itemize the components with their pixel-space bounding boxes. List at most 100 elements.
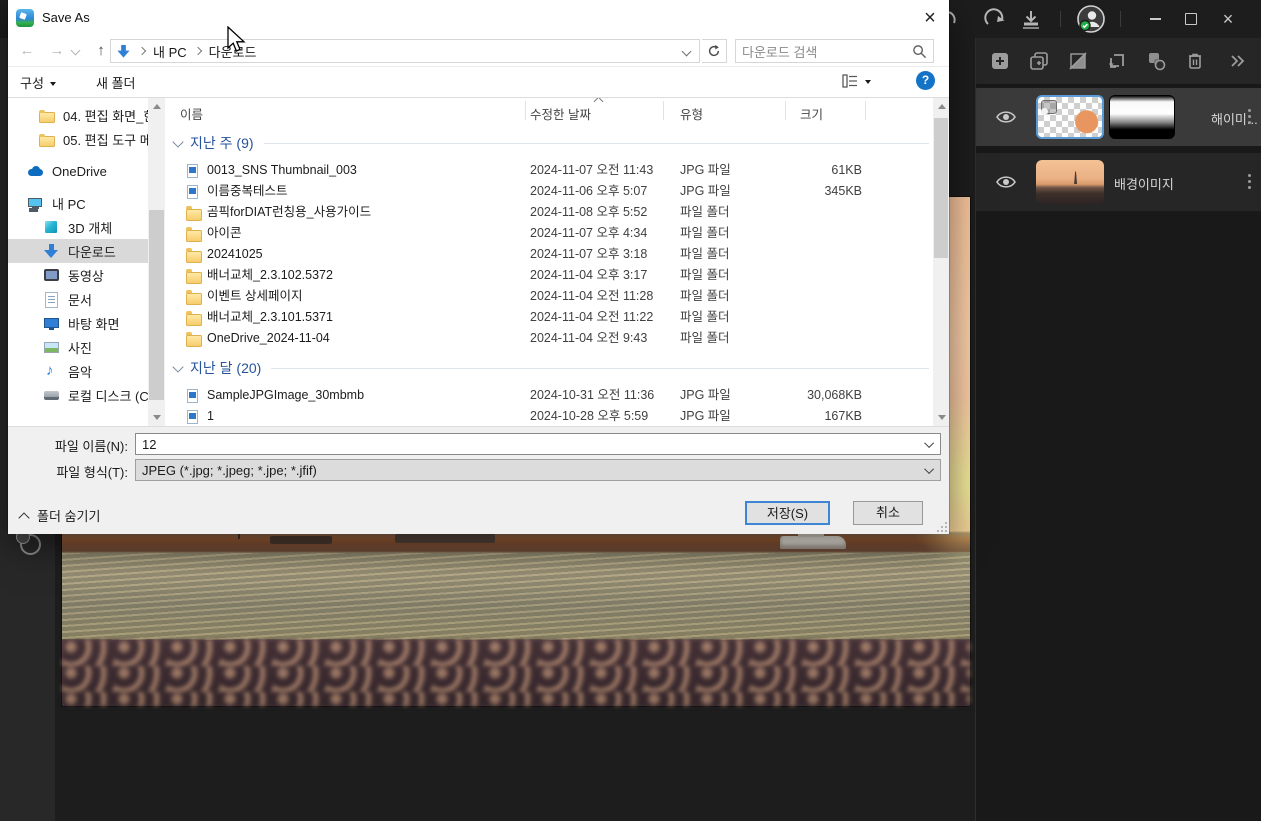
save-button[interactable]: 저장(S) (745, 501, 830, 525)
scroll-up-icon[interactable] (933, 98, 950, 115)
duplicate-layer-icon[interactable] (1028, 50, 1050, 72)
file-row[interactable]: 곰픽forDIAT런칭용_사용가이드 2024-11-08 오후 5:52 파일 폴… (170, 202, 933, 223)
group-header[interactable]: 지난 주 (9) (170, 132, 933, 154)
transform-frame-icon[interactable] (1106, 50, 1128, 72)
resize-grip[interactable] (937, 522, 947, 532)
sidebar-item-folder[interactable]: 04. 편집 화면_한 (8, 103, 148, 127)
scrollbar-thumb[interactable] (934, 118, 948, 258)
file-type: JPG 파일 (680, 388, 731, 402)
sidebar-item-music[interactable]: 음악 (8, 359, 148, 383)
column-name[interactable]: 이름 (180, 104, 203, 123)
cancel-button[interactable]: 취소 (853, 501, 923, 525)
refresh-button[interactable] (702, 39, 727, 63)
sidebar-item-picture[interactable]: 사진 (8, 335, 148, 359)
sidebar-item-desktop[interactable]: 바탕 화면 (8, 311, 148, 335)
file-row[interactable]: 배너교체_2.3.102.5372 2024-11-04 오후 3:17 파일 폴더 (170, 265, 933, 286)
layer-menu-icon[interactable] (1248, 174, 1252, 190)
hide-folders-button[interactable]: 폴더 숨기기 (18, 506, 100, 525)
eye-icon[interactable] (995, 107, 1017, 127)
search-box[interactable]: 다운로드 검색 (735, 39, 934, 63)
export-download-icon[interactable] (1018, 7, 1044, 33)
chevron-down-icon[interactable] (924, 437, 935, 448)
address-bar[interactable]: 내 PC 다운로드 (110, 39, 700, 63)
file-row[interactable]: 아이콘 2024-11-07 오후 4:34 파일 폴더 (170, 223, 933, 244)
layers-toolbar (976, 38, 1261, 85)
back-icon[interactable]: ← (16, 40, 38, 62)
file-row[interactable]: OneDrive_2024-11-04 2024-11-04 오전 9:43 파일 … (170, 328, 933, 349)
chevron-down-icon[interactable] (924, 463, 935, 474)
sidebar-item-pc[interactable]: 내 PC (8, 191, 148, 215)
merge-shapes-icon[interactable] (1145, 50, 1167, 72)
maximize-button[interactable] (1173, 0, 1209, 38)
file-row[interactable]: 이름중복테스트 2024-11-06 오후 5:07 JPG 파일 345KB (170, 181, 933, 202)
organize-button[interactable]: 구성 (20, 73, 56, 92)
scroll-down-icon[interactable] (933, 409, 950, 426)
user-avatar[interactable] (1076, 4, 1106, 34)
layer-mask-thumbnail[interactable] (1109, 95, 1175, 139)
file-name-input[interactable]: 12 (135, 433, 941, 455)
blend-mode-icon[interactable] (1067, 50, 1089, 72)
delete-layer-icon[interactable] (1184, 50, 1206, 72)
column-date[interactable]: 수정한 날짜 (530, 104, 591, 123)
scroll-down-icon[interactable] (148, 409, 165, 426)
layer-thumbnail[interactable] (1036, 160, 1104, 204)
file-row[interactable]: 20241025 2024-11-07 오후 3:18 파일 폴더 (170, 244, 933, 265)
file-row[interactable]: 1 2024-10-28 오후 5:59 JPG 파일 167KB (170, 406, 933, 426)
layer-thumbnail[interactable] (1036, 95, 1104, 139)
column-size[interactable]: 크기 (800, 104, 823, 123)
forward-icon[interactable]: → (46, 40, 68, 62)
close-window-button[interactable]: × (1210, 0, 1246, 38)
folder-icon (186, 247, 202, 263)
up-icon[interactable]: ↑ (90, 40, 112, 62)
eye-icon[interactable] (995, 172, 1017, 192)
folder-icon (186, 310, 202, 326)
sidebar-item-video[interactable]: 동영상 (8, 263, 148, 287)
column-type[interactable]: 유형 (680, 104, 703, 123)
sidebar-item-cube[interactable]: 3D 개체 (8, 215, 148, 239)
file-row[interactable]: 0013_SNS Thumbnail_003 2024-11-07 오전 11:4… (170, 160, 933, 181)
file-name: SampleJPGImage_30mbmb (186, 385, 364, 406)
layer-row-sun[interactable]: 해이미... (976, 88, 1261, 146)
file-name: 0013_SNS Thumbnail_003 (186, 160, 357, 181)
layer-menu-icon[interactable] (1248, 109, 1252, 125)
sidebar-item-disk[interactable]: 로컬 디스크 (C:) (8, 383, 148, 407)
file-row[interactable]: 배너교체_2.3.101.5371 2024-11-04 오전 11:22 파일 폴… (170, 307, 933, 328)
chevron-down-icon[interactable] (681, 46, 692, 56)
chevron-up-icon (18, 511, 30, 524)
more-tools-icon[interactable] (1225, 50, 1247, 72)
breadcrumb-item[interactable]: 내 PC (153, 42, 187, 61)
new-folder-button[interactable]: 새 폴더 (96, 73, 136, 92)
breadcrumb-item[interactable]: 다운로드 (209, 42, 257, 61)
group-label: 지난 달 (20) (190, 360, 262, 376)
sidebar-item-download[interactable]: 다운로드 (8, 239, 148, 263)
help-button[interactable] (916, 71, 935, 90)
sidebar-scrollbar[interactable] (148, 98, 165, 426)
sidebar-item-label: 05. 편집 도구 메 (63, 132, 148, 148)
file-name-label: 파일 이름(N): (54, 439, 128, 454)
view-options-button[interactable] (841, 73, 871, 89)
layer-row-background[interactable]: 배경이미지 (976, 153, 1261, 211)
close-icon[interactable] (915, 3, 945, 33)
add-layer-icon[interactable] (989, 50, 1011, 72)
sidebar-item-label: 내 PC (52, 196, 86, 212)
dialog-navbar: ← → ↑ 내 PC 다운로드 다운로드 검색 (8, 36, 949, 67)
dialog-titlebar[interactable]: Save As (8, 0, 949, 36)
sidebar-item-folder[interactable]: 05. 편집 도구 메 (8, 127, 148, 151)
search-icon[interactable] (912, 44, 927, 59)
scroll-up-icon[interactable] (148, 98, 165, 115)
file-type-select[interactable]: JPEG (*.jpg; *.jpeg; *.jpe; *.jfif) (135, 459, 941, 481)
file-date: 2024-11-07 오전 11:43 (530, 163, 654, 177)
video-icon (44, 267, 61, 283)
file-row[interactable]: 이벤트 상세페이지 2024-11-04 오전 11:28 파일 폴더 (170, 286, 933, 307)
minimize-button[interactable] (1137, 0, 1173, 38)
history-chevron-icon[interactable] (70, 45, 81, 56)
file-list-scrollbar[interactable] (933, 98, 949, 426)
sidebar-item-cloud[interactable]: OneDrive (8, 159, 148, 183)
scrollbar-thumb[interactable] (149, 210, 164, 400)
group-header[interactable]: 지난 달 (20) (170, 357, 933, 379)
sidebar-item-document[interactable]: 문서 (8, 287, 148, 311)
file-type: 파일 폴더 (680, 205, 730, 219)
redo-icon[interactable] (983, 7, 1009, 33)
chevron-down-icon (49, 81, 56, 86)
file-row[interactable]: SampleJPGImage_30mbmb 2024-10-31 오전 11:36… (170, 385, 933, 406)
